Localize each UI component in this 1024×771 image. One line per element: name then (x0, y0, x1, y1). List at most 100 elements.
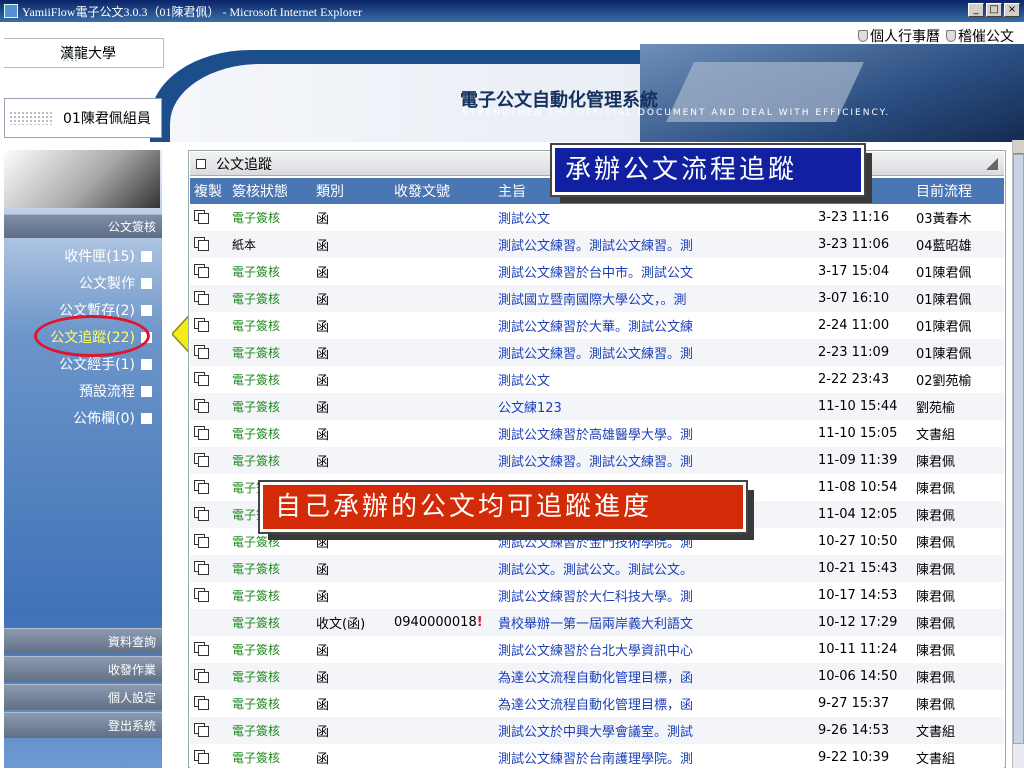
subject-cell-text[interactable]: 為達公文流程自動化管理目標，函 (498, 698, 693, 713)
table-row[interactable]: 電子簽核 函 公文練123 11-10 15:44 劉苑榆 (190, 393, 1004, 420)
sidebar-item-default-flow[interactable]: 預設流程 (79, 381, 152, 401)
copy-cell[interactable] (190, 744, 228, 771)
subject-cell[interactable]: 測試公文於中興大學會議室。測試 (494, 717, 814, 744)
scroll-thumb[interactable] (1013, 154, 1024, 744)
col-docno[interactable]: 收發文號 (390, 178, 494, 204)
table-row[interactable]: 電子簽核 函 測試公文練習於金門技術學院。測 10-27 10:50 陳君佩 (190, 528, 1004, 555)
subject-cell-text[interactable]: 測試公文練習於台北大學資訊中心 (498, 644, 693, 659)
close-button[interactable]: × (1004, 3, 1020, 17)
table-row[interactable]: 電子簽核 函 測試公文於中興大學會議室。測試 9-26 14:53 文書組 (190, 717, 1004, 744)
copy-icon[interactable] (194, 668, 209, 683)
subject-cell-text[interactable]: 測試公文練習。測試公文練習。測 (498, 239, 693, 254)
subject-cell[interactable]: 測試公文練習於大仁科技大學。測 (494, 582, 814, 609)
table-row[interactable]: 電子簽核 函 測試公文 2-22 23:43 02劉苑榆 (190, 366, 1004, 393)
copy-icon[interactable] (194, 479, 209, 494)
table-row[interactable]: 電子簽核 函 測試公文 3-23 11:16 03黃春木 (190, 204, 1004, 231)
copy-icon[interactable] (194, 533, 209, 548)
copy-cell[interactable] (190, 447, 228, 474)
scroll-up-icon[interactable] (1013, 140, 1024, 154)
subject-cell-text[interactable]: 測試公文練習於金門技術學院。測 (498, 536, 693, 551)
subject-cell-text[interactable]: 貴校舉辦一第一屆兩岸義大利語文 (498, 617, 693, 632)
table-row[interactable]: 電子簽核 函 為達公文流程自動化管理目標，函 10-06 14:50 陳君佩 (190, 663, 1004, 690)
copy-icon[interactable] (194, 209, 209, 224)
copy-icon[interactable] (194, 749, 209, 764)
copy-cell[interactable] (190, 474, 228, 501)
sidebar-logout-button[interactable]: 登出系統 (4, 712, 162, 738)
copy-icon[interactable] (194, 236, 209, 251)
copy-icon[interactable] (194, 317, 209, 332)
subject-cell[interactable]: 測試公文練習於台中市。測試公文 (494, 258, 814, 285)
subject-cell-text[interactable]: 測試國立暨南國際大學公文，。測 (498, 293, 687, 308)
calendar-link[interactable]: 個人行事曆 (858, 26, 940, 46)
table-row[interactable]: 電子簽核 函 為達公文流程自動化管理目標，函 9-27 15:37 陳君佩 (190, 690, 1004, 717)
copy-cell[interactable] (190, 393, 228, 420)
copy-cell[interactable] (190, 690, 228, 717)
reminder-link-label[interactable]: 稽催公文 (958, 26, 1014, 46)
sidebar-item-inbox[interactable]: 收件匣(15) (64, 246, 152, 266)
copy-icon[interactable] (194, 371, 209, 386)
subject-cell-text[interactable]: 測試公文練習於大仁科技大學。測 (498, 590, 693, 605)
table-row[interactable]: 電子簽核 收文(函) 0940000018! 貴校舉辦一第一屆兩岸義大利語文 10-12… (190, 609, 1004, 636)
subject-cell[interactable]: 貴校舉辦一第一屆兩岸義大利語文 (494, 609, 814, 636)
sidebar-item-bulletin[interactable]: 公佈欄(0) (73, 408, 152, 428)
col-status[interactable]: 簽核狀態 (228, 178, 312, 204)
subject-cell-text[interactable]: 為達公文流程自動化管理目標，函 (498, 671, 693, 686)
subject-cell[interactable]: 測試公文練習於大華。測試公文練 (494, 312, 814, 339)
subject-cell[interactable]: 測試公文。測試公文。測試公文。 (494, 555, 814, 582)
copy-cell[interactable] (190, 204, 228, 231)
sidebar-query-button[interactable]: 資料查詢 (4, 628, 162, 654)
table-row[interactable]: 電子簽核 函 測試公文練習於高雄醫學大學。測 11-10 15:05 文書組 (190, 420, 1004, 447)
subject-cell-text[interactable]: 測試公文練習於台中市。測試公文 (498, 266, 693, 281)
subject-cell[interactable]: 測試公文練習於金門技術學院。測 (494, 528, 814, 555)
table-row[interactable]: 電子簽核 函 測試公文練習於台北大學資訊中心 10-11 11:24 陳君佩 (190, 636, 1004, 663)
subject-cell[interactable]: 公文練123 (494, 393, 814, 420)
copy-icon[interactable] (194, 344, 209, 359)
copy-cell[interactable] (190, 339, 228, 366)
subject-cell[interactable]: 為達公文流程自動化管理目標，函 (494, 690, 814, 717)
subject-cell[interactable]: 測試公文 (494, 204, 814, 231)
resize-corner-icon[interactable] (986, 158, 998, 170)
subject-cell[interactable]: 測試公文練習於台北大學資訊中心 (494, 636, 814, 663)
minimize-button[interactable]: _ (968, 3, 984, 17)
subject-cell[interactable]: 測試公文 (494, 366, 814, 393)
copy-cell[interactable] (190, 717, 228, 744)
copy-cell[interactable] (190, 312, 228, 339)
copy-icon[interactable] (194, 452, 209, 467)
table-row[interactable]: 電子簽核 函 測試公文練習於台南護理學院。測 9-22 10:39 文書組 (190, 744, 1004, 771)
copy-icon[interactable] (194, 263, 209, 278)
table-row[interactable]: 電子簽核 函 測試公文練習。測試公文練習。測 11-09 11:39 陳君佩 (190, 447, 1004, 474)
subject-cell-text[interactable]: 測試公文練習於高雄醫學大學。測 (498, 428, 693, 443)
table-row[interactable]: 電子簽核 函 測試公文。測試公文。測試公文。 10-21 15:43 陳君佩 (190, 555, 1004, 582)
vertical-scrollbar[interactable] (1012, 140, 1024, 768)
copy-icon[interactable] (194, 398, 209, 413)
subject-cell-text[interactable]: 測試公文練習於台南護理學院。測 (498, 752, 693, 767)
copy-icon[interactable] (194, 587, 209, 602)
table-row[interactable]: 電子簽核 函 測試公文練習於台中市。測試公文 3-17 15:04 01陳君佩 (190, 258, 1004, 285)
copy-cell[interactable] (190, 555, 228, 582)
sidebar-section-title[interactable]: 公文簽核 (4, 214, 162, 238)
copy-icon[interactable] (194, 290, 209, 305)
sidebar-item-label[interactable]: 預設流程 (79, 381, 135, 401)
copy-cell[interactable] (190, 582, 228, 609)
table-row[interactable]: 紙本 函 測試公文練習。測試公文練習。測 3-23 11:06 04藍昭雄 (190, 231, 1004, 258)
calendar-link-label[interactable]: 個人行事曆 (870, 26, 940, 46)
copy-cell[interactable] (190, 285, 228, 312)
copy-icon[interactable] (194, 560, 209, 575)
copy-cell[interactable] (190, 258, 228, 285)
subject-cell[interactable]: 測試國立暨南國際大學公文，。測 (494, 285, 814, 312)
sidebar-item-handled[interactable]: 公文經手(1) (59, 354, 152, 374)
sidebar-item-label[interactable]: 公文製作 (79, 273, 135, 293)
sidebar-item-label[interactable]: 公文經手(1) (59, 354, 135, 374)
subject-cell-text[interactable]: 測試公文於中興大學會議室。測試 (498, 725, 693, 740)
copy-icon[interactable] (194, 722, 209, 737)
subject-cell-text[interactable]: 測試公文練習。測試公文練習。測 (498, 455, 693, 470)
copy-icon[interactable] (194, 506, 209, 521)
table-row[interactable]: 電子簽核 函 測試國立暨南國際大學公文，。測 3-07 16:10 01陳君佩 (190, 285, 1004, 312)
col-copy[interactable]: 複製 (190, 178, 228, 204)
sidebar-item-compose[interactable]: 公文製作 (79, 273, 152, 293)
copy-icon[interactable] (194, 695, 209, 710)
copy-cell[interactable] (190, 501, 228, 528)
copy-cell[interactable] (190, 528, 228, 555)
copy-cell[interactable] (190, 663, 228, 690)
subject-cell-text[interactable]: 測試公文。測試公文。測試公文。 (498, 563, 693, 578)
